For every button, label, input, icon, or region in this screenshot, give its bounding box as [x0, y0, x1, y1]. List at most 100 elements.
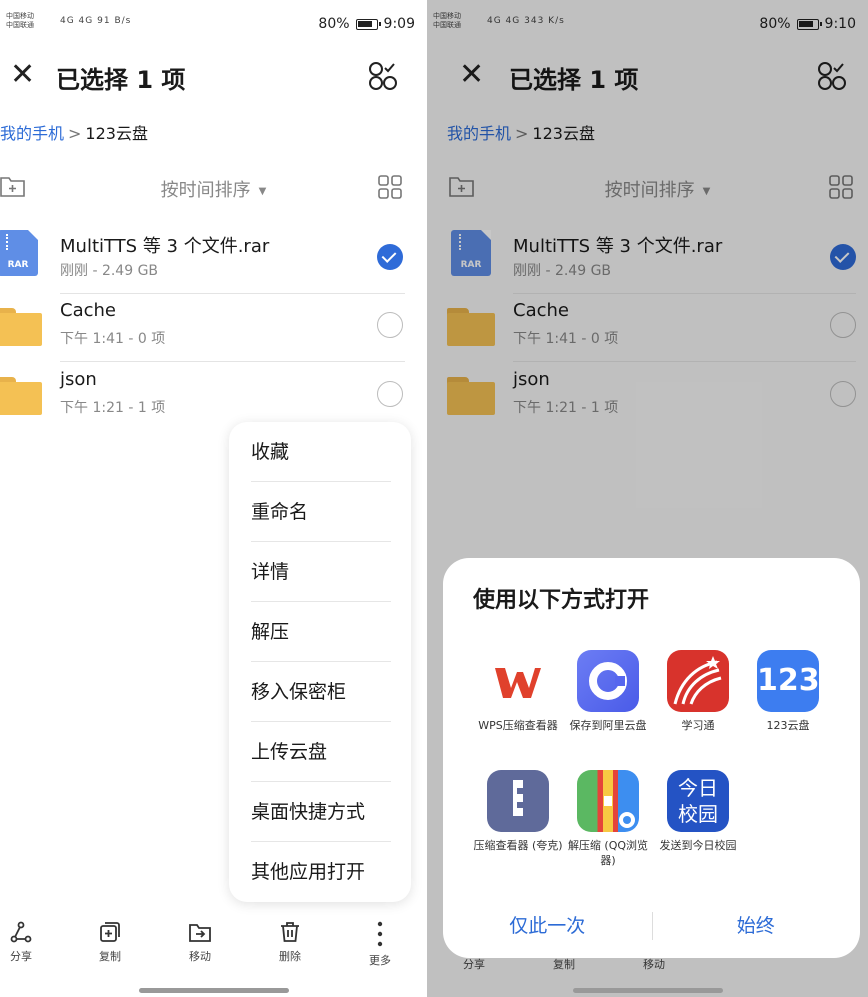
- sort-label: 按时间排序: [160, 180, 251, 201]
- app-label: 保存到阿里云盘: [569, 719, 647, 732]
- more-button[interactable]: 更多: [355, 920, 405, 968]
- page-title: 已选择 1 项: [56, 66, 186, 94]
- close-icon[interactable]: ✕: [10, 60, 35, 90]
- file-row[interactable]: Cache 下午 1:41 - 0 项: [0, 294, 427, 362]
- menu-item-desktop-shortcut[interactable]: 桌面快捷方式: [251, 782, 391, 842]
- select-all-icon[interactable]: [367, 60, 399, 92]
- always-button[interactable]: 始终: [652, 908, 861, 944]
- app-jinrixiaoyuan[interactable]: 今日 校园 发送到今日校园: [653, 770, 743, 853]
- file-name: Cache: [60, 300, 116, 321]
- share-icon: [10, 921, 32, 943]
- sheet-actions: 仅此一次 始终: [443, 908, 860, 944]
- share-label: 分享: [10, 950, 32, 963]
- file-row[interactable]: json 下午 1:21 - 1 项: [0, 363, 427, 431]
- move-label: 移动: [189, 950, 211, 963]
- menu-item-open-with[interactable]: 其他应用打开: [251, 842, 391, 902]
- folder-icon: [0, 308, 42, 346]
- app-label: 发送到今日校园: [659, 839, 737, 852]
- qq-unzip-icon: [577, 770, 639, 832]
- quark-zip-icon: [487, 770, 549, 832]
- menu-item-label: 桌面快捷方式: [251, 801, 366, 823]
- file-name: MultiTTS 等 3 个文件.rar: [60, 236, 270, 257]
- app-qq-unzip[interactable]: 解压缩 (QQ浏览器): [563, 770, 653, 868]
- copy-label: 复制: [99, 950, 121, 963]
- status-right: 80% 9:09: [318, 16, 415, 32]
- menu-item-label: 收藏: [251, 441, 290, 463]
- signal-icon: 4G 4G: [60, 16, 94, 26]
- menu-item-upload-cloud[interactable]: 上传云盘: [251, 722, 391, 782]
- carrier-2: 中国联通: [6, 21, 34, 29]
- file-meta: 下午 1:21 - 1 项: [60, 400, 166, 416]
- carrier-1: 中国移动: [6, 12, 34, 20]
- clock: 9:09: [383, 16, 415, 32]
- app-wps[interactable]: WPS压缩查看器: [473, 650, 563, 733]
- carrier-names: 中国移动 中国联通: [6, 12, 66, 30]
- menu-item-favorite[interactable]: 收藏: [251, 422, 391, 482]
- menu-item-label: 解压: [251, 621, 290, 643]
- app-xuexitong[interactable]: 学习通: [653, 650, 743, 733]
- more-icon: [377, 921, 383, 947]
- menu-item-rename[interactable]: 重命名: [251, 482, 391, 542]
- battery-icon: [355, 18, 381, 30]
- more-label: 更多: [369, 954, 391, 967]
- app-123pan[interactable]: 123 123云盘: [743, 650, 833, 733]
- breadcrumb-separator: >: [68, 124, 82, 143]
- share-button[interactable]: 分享: [0, 920, 46, 964]
- sheet-title: 使用以下方式打开: [473, 588, 650, 613]
- breadcrumb-home[interactable]: 我的手机: [0, 124, 64, 143]
- grid-view-icon[interactable]: [377, 174, 403, 200]
- trash-icon: [281, 922, 299, 942]
- move-button[interactable]: 移动: [175, 920, 225, 964]
- move-icon: [189, 924, 211, 942]
- file-row[interactable]: RAR MultiTTS 等 3 个文件.rar 刚刚 - 2.49 GB: [0, 226, 427, 294]
- checkbox-unchecked[interactable]: [377, 381, 403, 407]
- just-once-button[interactable]: 仅此一次: [443, 908, 652, 944]
- sort-bar: 按时间排序 ▼: [0, 172, 427, 206]
- copy-icon: [100, 922, 120, 942]
- breadcrumb-current: 123云盘: [85, 124, 148, 143]
- copy-button[interactable]: 复制: [85, 920, 135, 964]
- xuexitong-icon: [667, 650, 729, 712]
- bottom-action-bar: 分享 复制 移动 删除 更多: [0, 920, 427, 980]
- jinrixiaoyuan-icon: 今日 校园: [667, 770, 729, 832]
- home-indicator[interactable]: [572, 988, 723, 993]
- context-menu: 收藏 重命名 详情 解压 移入保密柜 上传云盘 桌面快捷方式 其他应用打开: [229, 422, 411, 902]
- open-with-sheet: 使用以下方式打开 WPS压缩查看器 保存到阿里云盘 学习通 123 123云盘: [443, 558, 860, 958]
- app-label: 压缩查看器 (夸克): [473, 839, 563, 852]
- status-bar: 中国移动 中国联通 4G 4G 91 B/s 80% 9:09: [0, 8, 427, 44]
- checkbox-unchecked[interactable]: [377, 312, 403, 338]
- menu-item-details[interactable]: 详情: [251, 542, 391, 602]
- signal-info: 4G 4G 91 B/s: [60, 16, 131, 26]
- aliyun-drive-icon: [577, 650, 639, 712]
- app-label: 学习通: [681, 719, 715, 732]
- file-meta: 下午 1:41 - 0 项: [60, 331, 166, 347]
- file-name: json: [60, 369, 97, 390]
- app-label: 解压缩 (QQ浏览器): [567, 839, 649, 867]
- delete-button[interactable]: 删除: [265, 920, 315, 964]
- wps-icon: [487, 650, 549, 712]
- breadcrumb: 我的手机 >123云盘: [0, 120, 148, 144]
- home-indicator[interactable]: [138, 988, 289, 993]
- rar-badge: RAR: [7, 260, 29, 270]
- menu-item-label: 移入保密柜: [251, 681, 347, 703]
- menu-item-move-to-safe[interactable]: 移入保密柜: [251, 662, 391, 722]
- menu-item-label: 其他应用打开: [251, 861, 366, 883]
- menu-item-extract[interactable]: 解压: [251, 602, 391, 662]
- app-aliyun-drive[interactable]: 保存到阿里云盘: [563, 650, 653, 733]
- divider: [60, 361, 405, 362]
- left-screen: 中国移动 中国联通 4G 4G 91 B/s 80% 9:09 ✕ 已选择 1 …: [0, 0, 427, 997]
- menu-item-label: 重命名: [251, 501, 309, 523]
- selection-toolbar: ✕ 已选择 1 项: [0, 52, 427, 98]
- right-screen: 中国移动 中国联通 4G 4G 343 K/s 80% 9:10 ✕ 已选择 1…: [427, 0, 868, 997]
- rar-file-icon: RAR: [0, 230, 38, 276]
- battery-percent: 80%: [318, 16, 350, 32]
- 123pan-icon: 123: [757, 650, 819, 712]
- checkbox-checked[interactable]: [377, 244, 403, 270]
- menu-item-label: 上传云盘: [251, 741, 328, 763]
- caret-down-icon: ▼: [258, 185, 267, 197]
- sort-dropdown[interactable]: 按时间排序 ▼: [0, 176, 427, 202]
- net-speed: 91 B/s: [97, 16, 132, 26]
- delete-label: 删除: [279, 950, 301, 963]
- folder-icon: [0, 377, 42, 415]
- app-quark-zip[interactable]: 压缩查看器 (夸克): [473, 770, 563, 853]
